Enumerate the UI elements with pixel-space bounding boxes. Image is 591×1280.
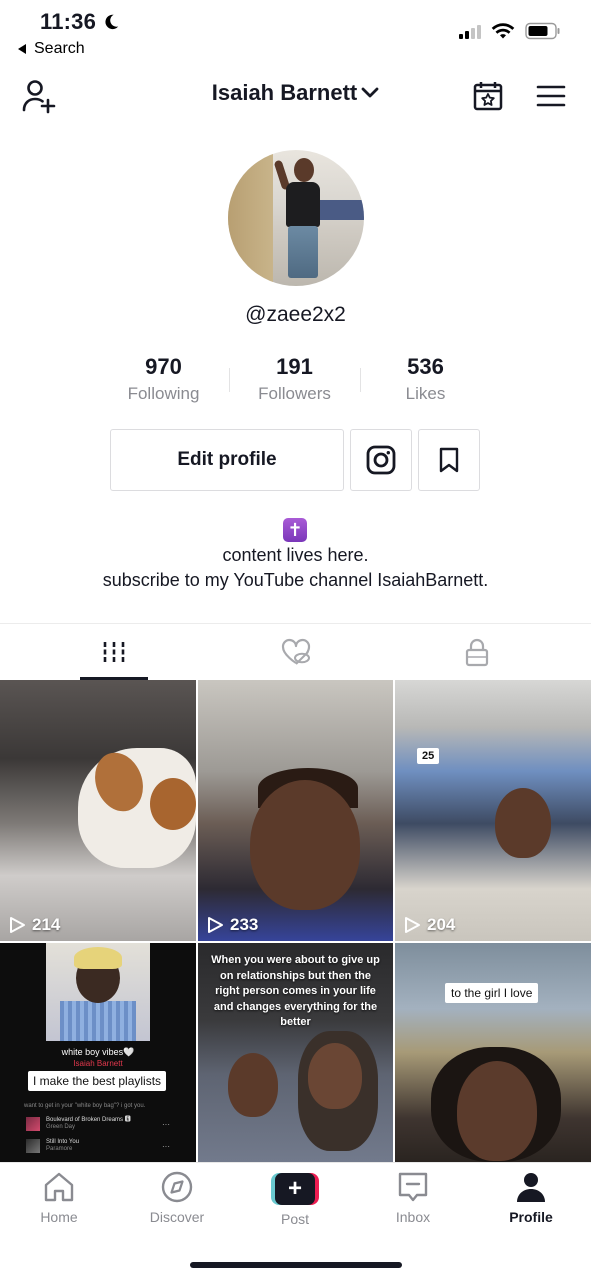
video-tile[interactable]: 25 204 [395, 680, 591, 941]
play-icon [405, 917, 420, 933]
nav-post[interactable]: + Post [250, 1171, 340, 1227]
video-tile[interactable]: to the girl I love [395, 943, 591, 1162]
playlist-title: white boy vibes🤍 [61, 1047, 135, 1057]
duration-badge: 25 [417, 748, 440, 764]
cellular-signal-icon [459, 23, 481, 39]
view-count: 204 [403, 915, 455, 935]
video-tile[interactable]: When you were about to give up on relati… [198, 943, 393, 1162]
likes-count: 536 [407, 354, 444, 379]
home-indicator [190, 1262, 402, 1268]
profile-header: Isaiah Barnett [0, 70, 591, 120]
back-to-search-link[interactable]: Search [18, 40, 85, 58]
tab-liked[interactable] [262, 624, 330, 680]
moon-icon [105, 14, 119, 30]
view-count: 214 [8, 915, 60, 935]
inbox-icon [398, 1172, 428, 1202]
battery-icon [525, 22, 560, 40]
nav-profile-label: Profile [509, 1209, 553, 1225]
menu-button[interactable] [531, 76, 571, 116]
playlist-song-row: Still Into You Paramore ··· [26, 1139, 176, 1153]
view-count: 233 [206, 915, 258, 935]
playlist-description: want to get in your "white boy bag"? i g… [24, 1103, 146, 1109]
cross-emoji-icon: ✝ [283, 518, 307, 542]
nav-discover-label: Discover [149, 1209, 205, 1225]
followers-stat[interactable]: 191 Followers [229, 354, 360, 410]
video-caption: to the girl I love [445, 983, 539, 1003]
home-icon [44, 1172, 74, 1202]
instagram-icon [366, 445, 396, 475]
profile-username: @zaee2x2 [245, 303, 346, 326]
profile-display-name: Isaiah Barnett [211, 80, 358, 105]
song-artist: Green Day [46, 1124, 76, 1130]
status-bar: 11:36 Search [0, 0, 591, 62]
video-grid: 214 233 25 204 white boy vibes🤍 Isaiah B… [0, 680, 591, 1162]
likes-label: Likes [405, 384, 446, 403]
tab-videos[interactable] [80, 624, 148, 680]
nav-profile[interactable]: Profile [486, 1171, 576, 1225]
status-indicators [459, 22, 561, 40]
nav-post-label: Post [280, 1211, 309, 1227]
compass-icon [161, 1171, 193, 1203]
calendar-star-icon [473, 82, 503, 111]
play-icon [10, 917, 25, 933]
nav-inbox[interactable]: Inbox [368, 1171, 458, 1225]
more-icon: ··· [162, 1119, 170, 1129]
followers-count: 191 [276, 354, 313, 379]
song-artist: Paramore [46, 1146, 73, 1152]
video-tile[interactable]: white boy vibes🤍 Isaiah Barnett I make t… [0, 943, 196, 1162]
following-count: 970 [145, 354, 182, 379]
instagram-button[interactable] [350, 429, 412, 491]
lock-icon [465, 638, 489, 667]
profile-tabs [0, 623, 591, 680]
song-name: Still Into You [46, 1139, 80, 1145]
play-icon [208, 917, 223, 933]
likes-stat[interactable]: 536 Likes [360, 354, 491, 410]
tab-private[interactable] [443, 624, 511, 680]
video-tile[interactable]: 233 [198, 680, 393, 941]
nav-home[interactable]: Home [14, 1171, 104, 1225]
back-arrow-icon [18, 44, 26, 54]
creator-calendar-button[interactable] [468, 76, 508, 116]
more-icon: ··· [162, 1141, 170, 1151]
bookmark-icon [439, 447, 459, 473]
nav-inbox-label: Inbox [395, 1209, 431, 1225]
liked-hidden-icon [281, 638, 311, 665]
playlist-cover-photo [46, 943, 150, 1041]
profile-icon [517, 1173, 545, 1202]
bio-line-1: content lives here. [222, 545, 369, 565]
following-stat[interactable]: 970 Following [98, 354, 229, 410]
playlist-owner: Isaiah Barnett [73, 1059, 123, 1068]
back-label: Search [34, 40, 85, 57]
song-name: Boulevard of Broken Dreams 🅴 [46, 1117, 131, 1123]
favorites-button[interactable] [418, 429, 480, 491]
video-caption: When you were about to give up on relati… [211, 954, 380, 1028]
grid-icon [103, 642, 125, 662]
view-count-text: 233 [230, 915, 259, 934]
video-tile[interactable]: 214 [0, 680, 196, 941]
nav-discover[interactable]: Discover [132, 1171, 222, 1225]
view-count-text: 214 [32, 915, 61, 934]
menu-icon [536, 85, 566, 107]
clock-text: 11:36 [40, 9, 97, 34]
status-time: 11:36 [40, 9, 120, 35]
profile-stats: 970 Following 191 Followers 536 Likes [98, 354, 492, 410]
profile-avatar[interactable] [228, 150, 364, 286]
bio-line-2: subscribe to my YouTube channel IsaiahBa… [102, 570, 489, 590]
edit-profile-button[interactable]: Edit profile [110, 429, 344, 491]
playlist-song-row: Boulevard of Broken Dreams 🅴 Green Day ·… [26, 1117, 176, 1131]
chevron-down-icon [361, 87, 379, 98]
video-caption: I make the best playlists [28, 1071, 167, 1091]
wifi-icon [491, 23, 515, 39]
plus-icon: + [271, 1173, 319, 1205]
following-label: Following [127, 384, 200, 403]
followers-label: Followers [258, 384, 331, 403]
view-count-text: 204 [427, 915, 456, 934]
nav-home-label: Home [40, 1209, 78, 1225]
